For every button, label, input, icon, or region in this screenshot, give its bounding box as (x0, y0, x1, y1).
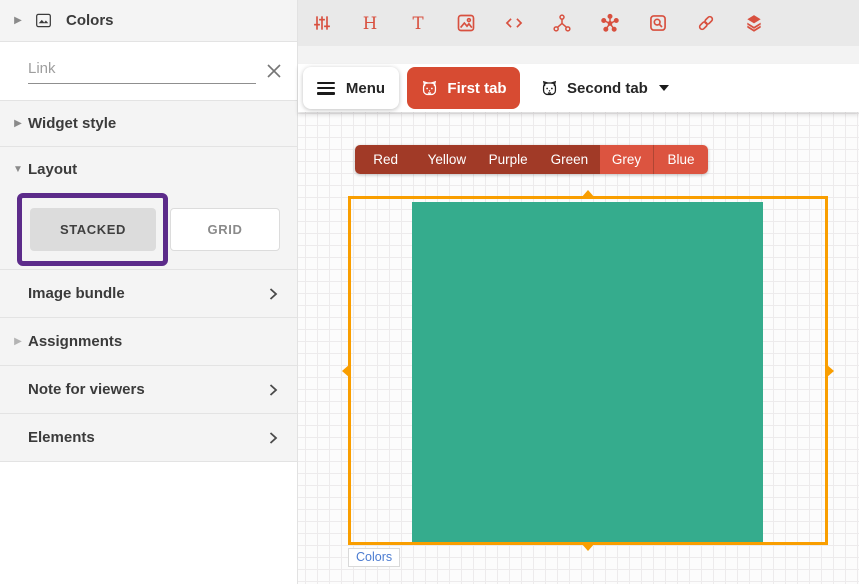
tab-second-label: Second tab (567, 80, 648, 97)
widget-toolbar: H T (298, 0, 859, 46)
collapse-arrow-icon: ▶ (8, 336, 28, 347)
layers-icon[interactable] (744, 13, 764, 33)
chevron-right-icon (265, 382, 281, 398)
elements-label: Elements (0, 429, 95, 446)
search-icon[interactable] (648, 13, 668, 33)
sidebar-item-layout[interactable]: ▼ Layout (0, 147, 297, 178)
sidebar-item-image-bundle[interactable]: Image bundle (0, 270, 297, 318)
expand-arrow-icon: ▼ (8, 164, 28, 175)
tab-first[interactable]: First tab (407, 67, 520, 109)
color-tab-blue[interactable]: Blue (654, 145, 708, 174)
clear-link-icon[interactable] (265, 62, 283, 80)
code-icon[interactable] (504, 13, 524, 33)
tab-second[interactable]: Second tab (534, 67, 675, 109)
tab-menu-bar: Menu First tab Second tab (298, 64, 859, 112)
dog-icon (420, 79, 439, 98)
color-tabs-widget: Red Yellow Purple Green Grey Blue (355, 145, 708, 174)
chevron-right-icon (265, 430, 281, 446)
design-canvas: Red Yellow Purple Green Grey Blue Colors (298, 112, 859, 584)
sidebar-header-colors[interactable]: ▶ Colors (0, 0, 297, 42)
image-widget-icon (35, 13, 52, 28)
text-icon[interactable]: T (408, 13, 428, 33)
dog-icon (540, 79, 559, 98)
resize-handle-left[interactable] (342, 364, 350, 378)
assignments-label: Assignments (28, 333, 122, 350)
link-icon[interactable] (696, 13, 716, 33)
svg-text:T: T (412, 14, 423, 33)
color-tab-yellow[interactable]: Yellow (416, 145, 477, 174)
annotation-highlight-box (17, 193, 168, 266)
widget-name-tag[interactable]: Colors (348, 548, 400, 567)
toolbar-gap (298, 46, 859, 64)
app-window: ▶ Colors ▶ Widget style ▼ Layout STACKED… (0, 0, 859, 584)
sidebar: ▶ Colors ▶ Widget style ▼ Layout STACKED… (0, 0, 298, 584)
color-tab-green[interactable]: Green (539, 145, 600, 174)
layout-label: Layout (28, 161, 77, 178)
resize-handle-top[interactable] (581, 190, 595, 198)
link-input-row (0, 42, 297, 101)
widget-selection-box[interactable]: Colors (348, 196, 828, 545)
sidebar-section-layout: ▼ Layout STACKED GRID (0, 147, 297, 270)
image-bundle-label: Image bundle (0, 285, 125, 302)
collapse-arrow-icon: ▶ (8, 15, 28, 26)
sidebar-item-note-for-viewers[interactable]: Note for viewers (0, 366, 297, 414)
tune-icon[interactable] (312, 13, 332, 33)
dropdown-caret-icon (659, 85, 669, 91)
color-tab-red[interactable]: Red (355, 145, 416, 174)
resize-handle-bottom[interactable] (581, 543, 595, 551)
teal-color-block[interactable] (412, 202, 763, 542)
hub-icon[interactable] (600, 13, 620, 33)
menu-button[interactable]: Menu (303, 67, 399, 109)
layout-grid-button[interactable]: GRID (170, 208, 280, 251)
note-for-viewers-label: Note for viewers (0, 381, 145, 398)
color-tab-purple[interactable]: Purple (478, 145, 539, 174)
collapse-arrow-icon: ▶ (8, 118, 28, 129)
chevron-right-icon (265, 286, 281, 302)
menu-button-label: Menu (346, 80, 385, 97)
color-tab-grey[interactable]: Grey (600, 145, 654, 174)
sidebar-header-label: Colors (66, 12, 114, 29)
sidebar-item-elements[interactable]: Elements (0, 414, 297, 462)
resize-handle-right[interactable] (826, 364, 834, 378)
widget-style-label: Widget style (28, 115, 116, 132)
heading-icon[interactable]: H (360, 13, 380, 33)
svg-text:H: H (363, 14, 378, 33)
image-icon[interactable] (456, 13, 476, 33)
hamburger-icon (317, 82, 335, 95)
color-tabs-inactive-group: Red Yellow Purple Green (355, 145, 600, 174)
share-icon[interactable] (552, 13, 572, 33)
tab-first-label: First tab (447, 80, 506, 97)
link-input[interactable] (28, 56, 256, 84)
sidebar-item-assignments[interactable]: ▶ Assignments (0, 318, 297, 366)
sidebar-item-widget-style[interactable]: ▶ Widget style (0, 101, 297, 147)
